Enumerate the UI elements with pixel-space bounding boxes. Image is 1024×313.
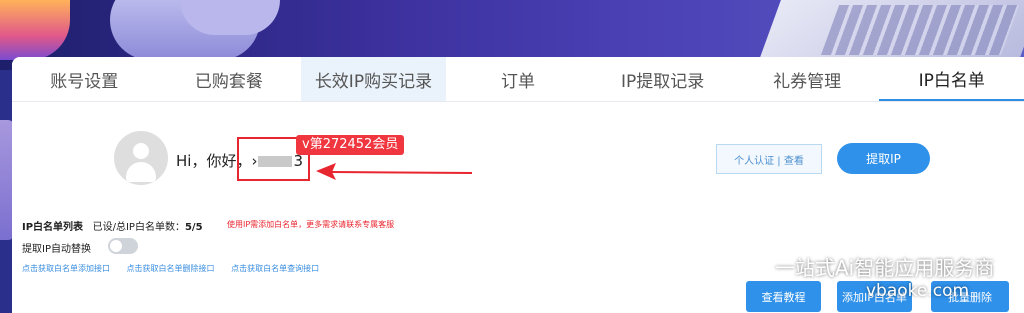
view-tutorial-button[interactable]: 查看教程 [746,281,821,312]
tab-orders[interactable]: 订单 [446,57,591,101]
link-query-whitelist-api[interactable]: 点击获取白名单查询接口 [231,264,319,273]
api-links: 点击获取白名单添加接口 点击获取白名单删除接口 点击获取白名单查询接口 [22,263,333,274]
auto-replace-label: 提取IP自动替换 [22,244,91,255]
tab-purchased-packages[interactable]: 已购套餐 [157,57,302,101]
verify-identity-button[interactable]: 个人认证 | 查看 [716,144,822,174]
user-icon-body [126,162,156,182]
link-add-whitelist-api[interactable]: 点击获取白名单添加接口 [22,264,110,273]
tab-ip-whitelist[interactable]: IP白名单 [879,57,1024,101]
laptop-keyboard-graphic [820,5,1020,55]
account-tabs: 账号设置 已购套餐 长效IP购买记录 订单 IP提取记录 礼券管理 IP白名单 [12,57,1024,102]
whitelist-count-label: 已设/总IP白名单数： [92,222,185,233]
banner-decoration [0,0,70,60]
user-icon-head [133,143,149,159]
tab-account-settings[interactable]: 账号设置 [12,57,157,101]
watermark-slogan: 一站式Ai智能应用服务商 [775,256,995,280]
link-delete-whitelist-api[interactable]: 点击获取白名单删除接口 [127,264,215,273]
tab-long-ip-records[interactable]: 长效IP购买记录 [301,57,446,101]
auto-replace-toggle[interactable] [108,238,138,254]
watermark-domain: vbaoke.com [866,281,970,301]
tab-ip-extract-records[interactable]: IP提取记录 [590,57,735,101]
whitelist-warning: 使用IP需添加白名单，更多需求请联系专属客服 [227,220,395,229]
avatar [114,131,168,185]
whitelist-count-value: 5/5 [184,222,203,233]
tab-coupons[interactable]: 礼券管理 [735,57,880,101]
whitelist-title: IP白名单列表 [22,222,84,233]
member-badge: v第272452会员 [296,135,405,155]
extract-ip-button[interactable]: 提取IP [837,143,930,174]
whitelist-header: IP白名单列表 已设/总IP白名单数：5/5 [22,218,203,233]
annotation-arrow-icon [316,163,473,180]
toggle-knob [110,240,122,252]
